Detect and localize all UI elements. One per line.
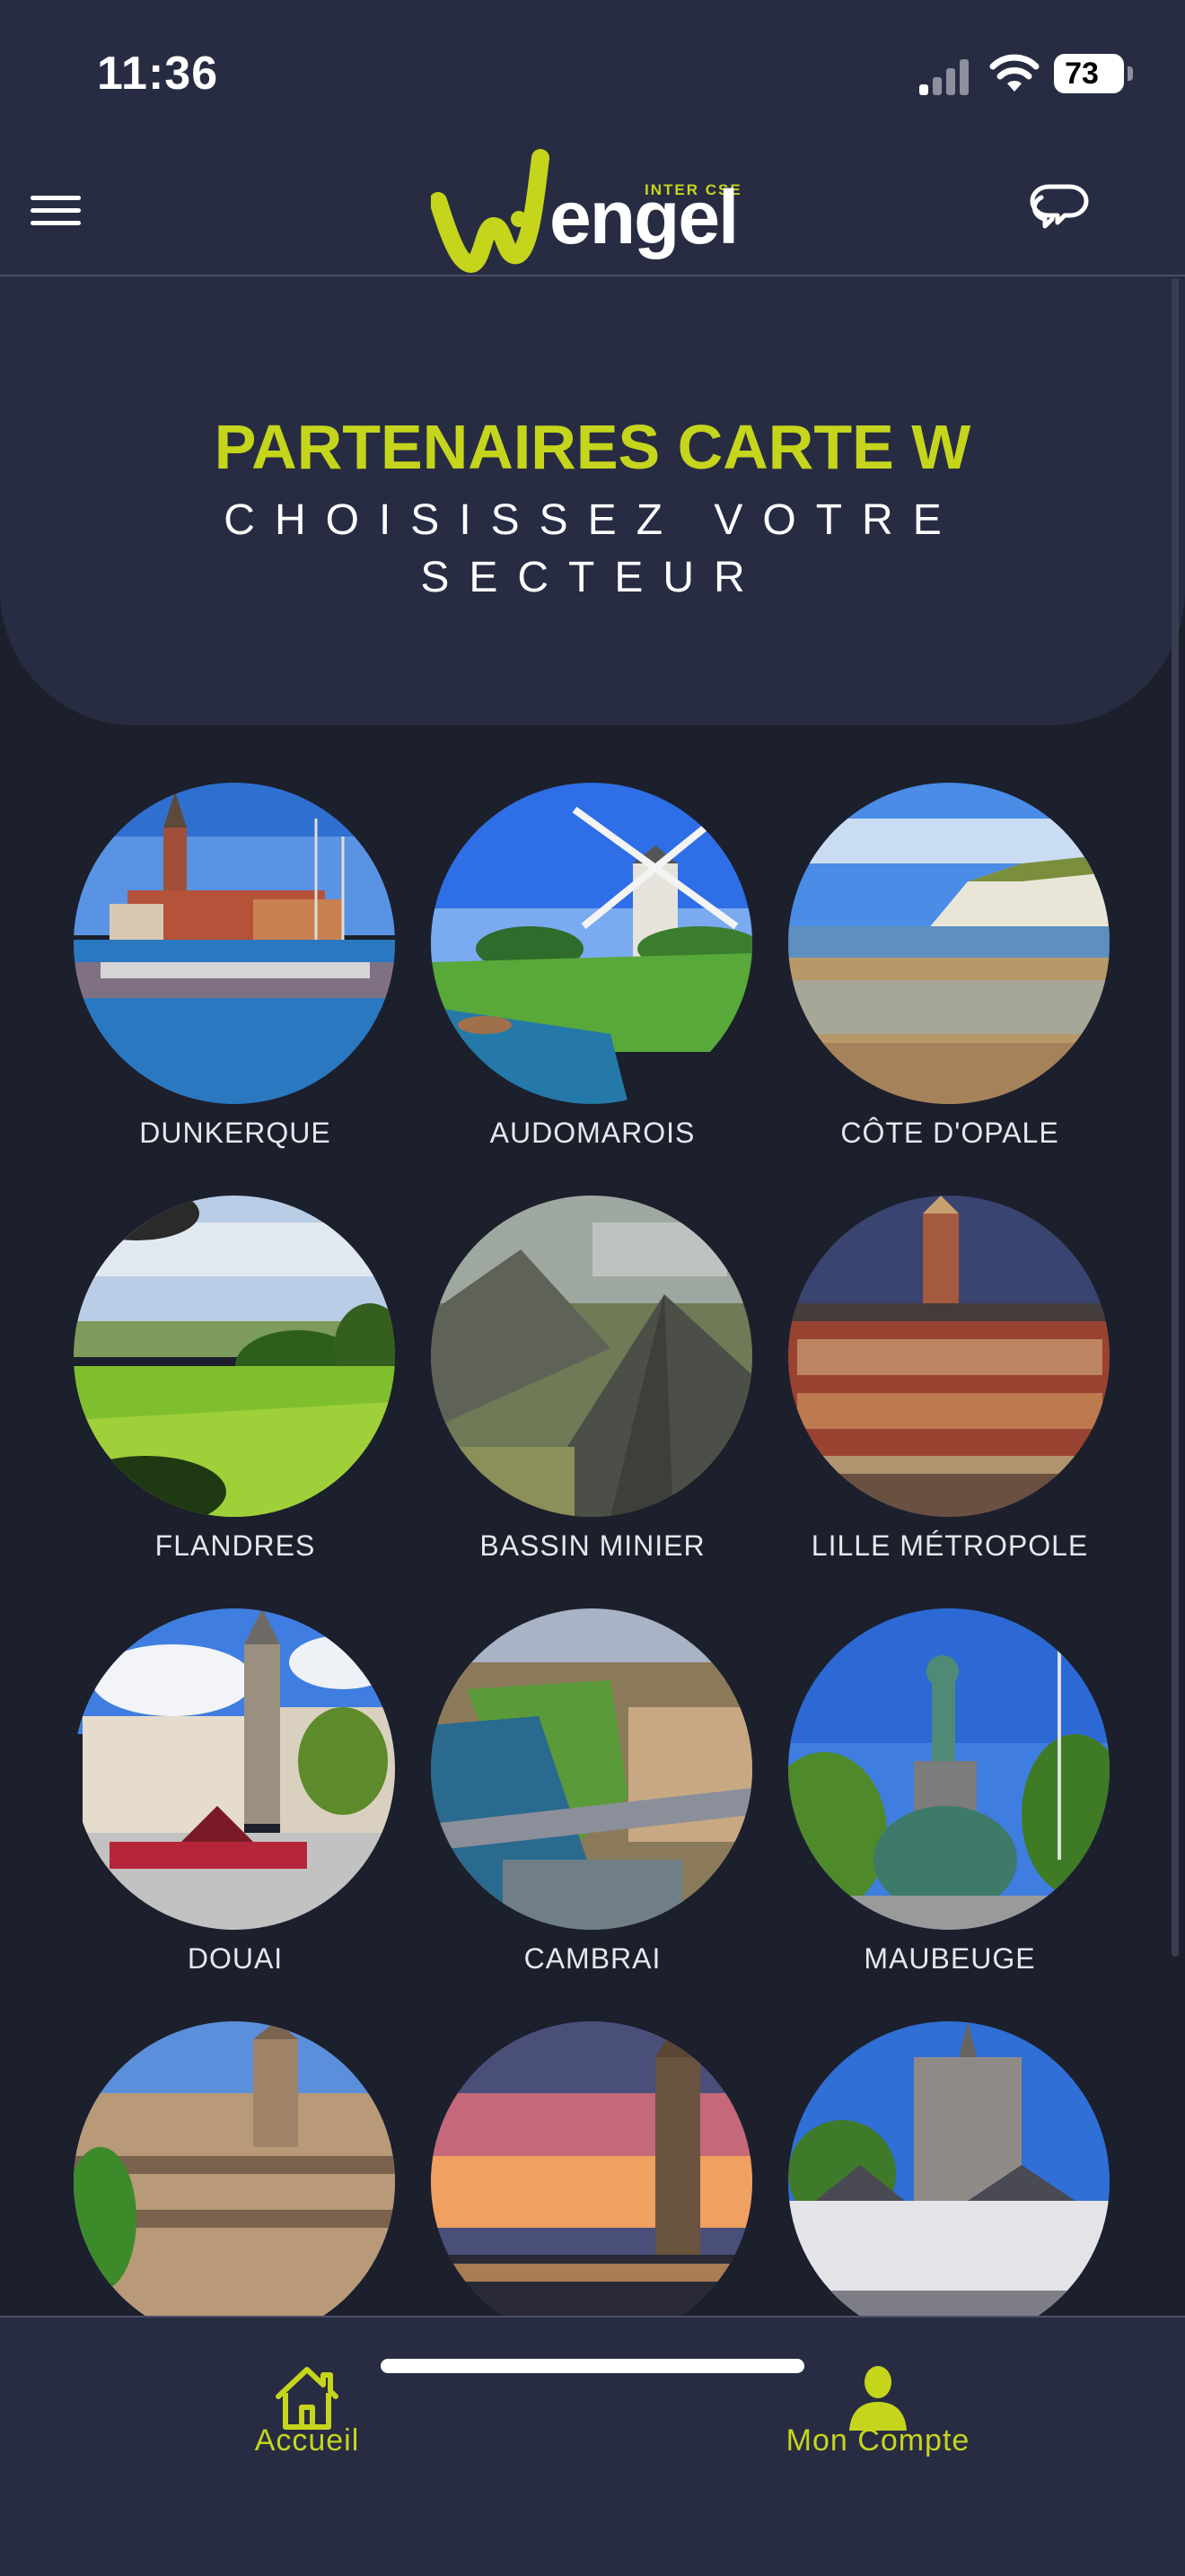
sector-image — [74, 783, 395, 1104]
nav-home[interactable]: Accueil — [127, 2318, 487, 2497]
section-banner: PARTENAIRES CARTE W CHOISISSEZ VOTRE SEC… — [0, 276, 1185, 725]
status-bar: 11:36 73 — [0, 0, 1185, 144]
battery-tip — [1128, 66, 1133, 81]
sector-image — [431, 2021, 752, 2343]
sector-label: CÔTE D'OPALE — [840, 1117, 1059, 1149]
sector-lille-metropole[interactable]: LILLE MÉTROPOLE — [770, 1196, 1129, 1573]
sector-label: DUNKERQUE — [139, 1117, 331, 1149]
sector-label: FLANDRES — [154, 1529, 316, 1562]
chat-icon[interactable] — [1027, 180, 1090, 237]
nav-home-label: Accueil — [254, 2423, 360, 2458]
sector-image — [431, 783, 752, 1104]
bottom-navigation: Accueil Mon Compte — [0, 2316, 1185, 2576]
scrollbar[interactable] — [1172, 278, 1179, 1957]
nav-account[interactable]: Mon Compte — [698, 2318, 1058, 2497]
home-indicator[interactable] — [381, 2359, 804, 2373]
wifi-icon — [989, 54, 1040, 92]
sector-label: BASSIN MINIER — [479, 1529, 706, 1562]
sector-image — [788, 1608, 1110, 1930]
battery-icon: 73 — [1054, 54, 1124, 93]
logo-w-mark — [431, 149, 549, 274]
sector-flandres[interactable]: FLANDRES — [56, 1196, 415, 1573]
sector-image — [788, 1196, 1110, 1517]
sector-label: DOUAI — [187, 1942, 284, 1975]
sector-label: LILLE MÉTROPOLE — [811, 1529, 1089, 1562]
sector-image — [74, 1608, 395, 1930]
cellular-signal-icon — [919, 56, 970, 95]
sector-dunkerque[interactable]: DUNKERQUE — [56, 783, 415, 1160]
menu-icon[interactable] — [31, 196, 81, 228]
sector-bassin-minier[interactable]: BASSIN MINIER — [413, 1196, 772, 1573]
sector-douai[interactable]: DOUAI — [56, 1608, 415, 1985]
sector-image — [74, 1196, 395, 1517]
nav-account-label: Mon Compte — [786, 2423, 970, 2458]
status-time: 11:36 — [97, 48, 219, 100]
sector-label: CAMBRAI — [523, 1942, 662, 1975]
sector-image — [431, 1608, 752, 1930]
sector-audomarois[interactable]: AUDOMAROIS — [413, 783, 772, 1160]
sector-maubeuge[interactable]: MAUBEUGE — [770, 1608, 1129, 1985]
page-subtitle: CHOISISSEZ VOTRE SECTEUR — [224, 496, 961, 601]
logo-text: engel — [549, 175, 739, 259]
sector-label: AUDOMAROIS — [489, 1117, 696, 1149]
app-header: INTER CSE engel — [0, 144, 1185, 276]
sector-image — [74, 2021, 395, 2343]
sector-image — [788, 2021, 1110, 2343]
sector-cambrai[interactable]: CAMBRAI — [413, 1608, 772, 1985]
sector-cote-d-opale[interactable]: CÔTE D'OPALE — [770, 783, 1129, 1160]
page-title: PARTENAIRES CARTE W — [214, 412, 971, 482]
battery-level: 73 — [1065, 57, 1099, 91]
sector-image — [788, 783, 1110, 1104]
sector-label: MAUBEUGE — [864, 1942, 1036, 1975]
wengel-logo: INTER CSE engel — [431, 144, 754, 275]
sector-image — [431, 1196, 752, 1517]
